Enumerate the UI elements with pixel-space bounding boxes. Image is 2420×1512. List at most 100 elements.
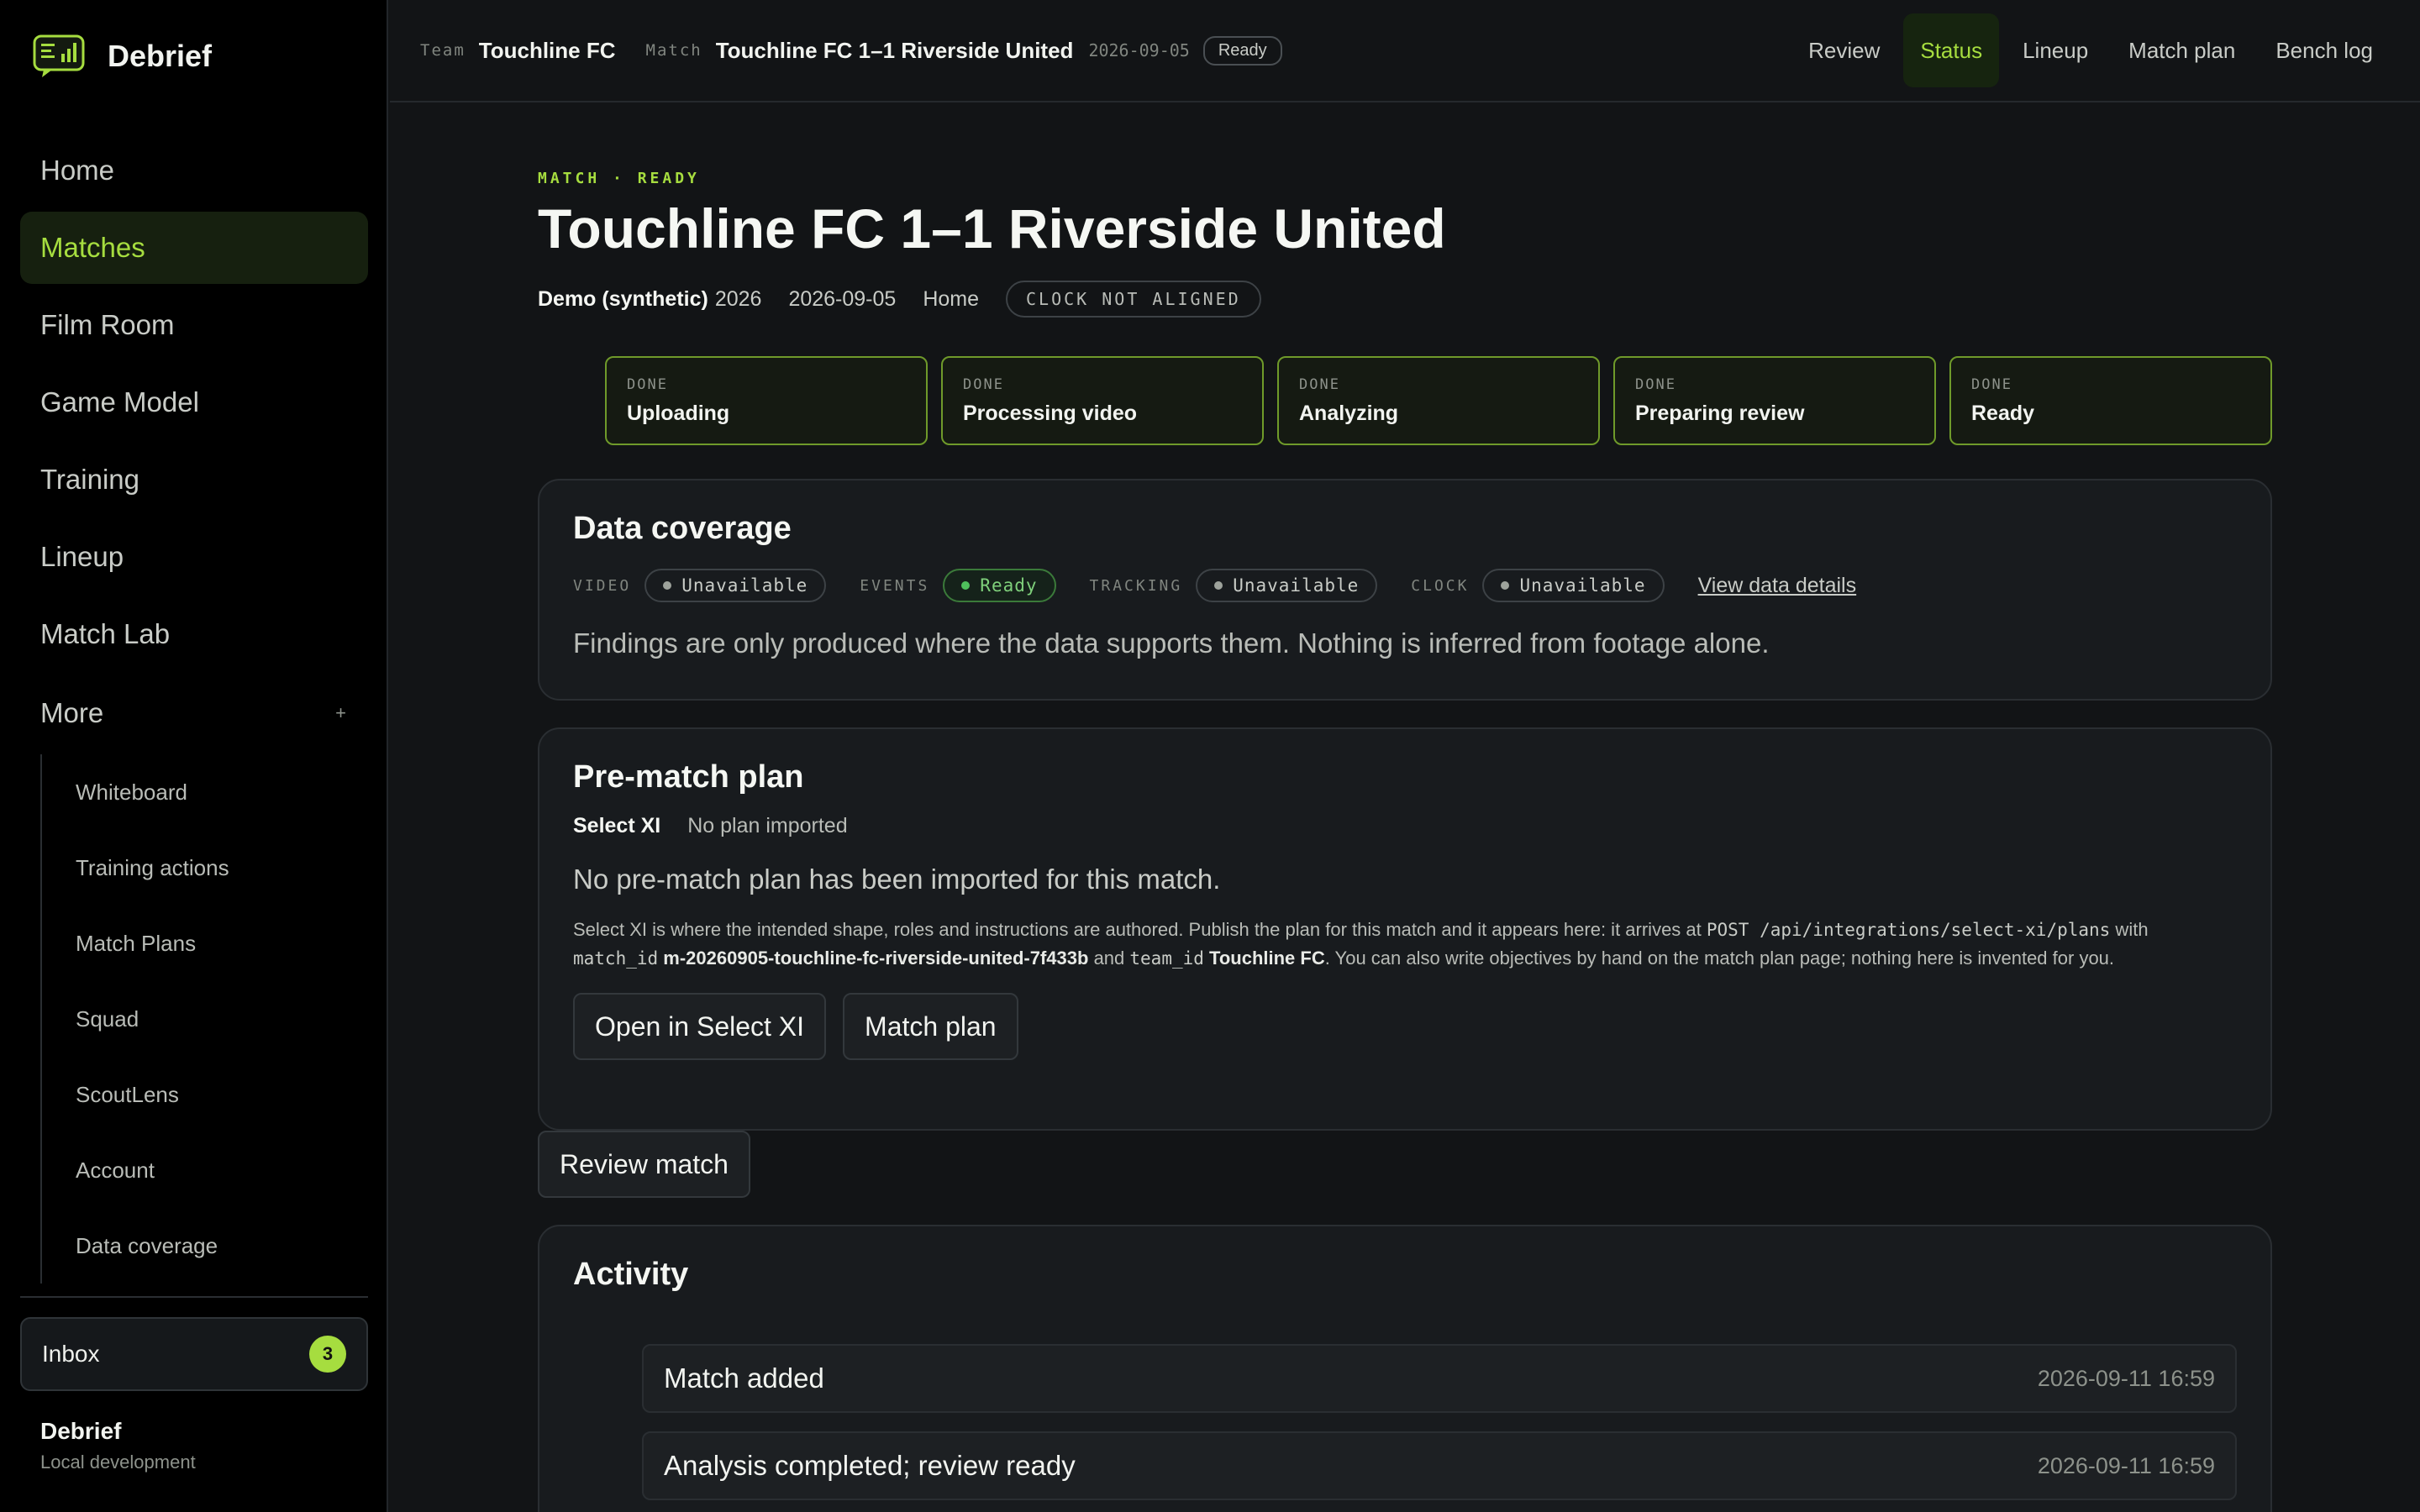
tab-lineup[interactable]: Lineup bbox=[2006, 13, 2105, 87]
sidebar-divider bbox=[20, 1296, 368, 1298]
step-uploading: DONE Uploading bbox=[605, 356, 928, 445]
pre-match-plan-title: Pre-match plan bbox=[573, 759, 804, 795]
sidebar-item-match-plans[interactable]: Match Plans bbox=[42, 906, 368, 981]
sidebar-item-label: Training actions bbox=[76, 854, 229, 880]
sidebar-more-toggle[interactable]: More + bbox=[20, 677, 368, 749]
review-match-button[interactable]: Review match bbox=[538, 1131, 750, 1198]
team-label: Team bbox=[420, 41, 466, 60]
team-id-value: Touchline FC bbox=[1209, 948, 1325, 969]
step-name: Ready bbox=[1971, 402, 2035, 425]
step-status: DONE bbox=[1635, 376, 1676, 393]
coverage-value: Ready bbox=[980, 575, 1038, 596]
sidebar-nav: Home Matches Film Room Game Model Traini… bbox=[20, 134, 368, 1284]
sidebar-item-game-model[interactable]: Game Model bbox=[20, 366, 368, 438]
team-id-key: team_id bbox=[1129, 948, 1204, 969]
activity-text: Analysis completed; review ready bbox=[664, 1450, 1076, 1481]
plan-source-row: Select XI No plan imported bbox=[573, 814, 2237, 838]
status-dot-icon bbox=[663, 581, 672, 590]
clock-status-badge: CLOCK NOT ALIGNED bbox=[1006, 281, 1261, 318]
coverage-label-clock: CLOCK bbox=[1411, 576, 1470, 595]
match-date: 2026-09-05 bbox=[788, 286, 897, 311]
step-status: DONE bbox=[1299, 376, 1340, 393]
page-title: Touchline FC 1–1 Riverside United bbox=[538, 197, 1446, 260]
sidebar-item-squad[interactable]: Squad bbox=[42, 981, 368, 1057]
sidebar-item-label: Matches bbox=[40, 232, 145, 263]
sidebar-item-label: Squad bbox=[76, 1005, 139, 1032]
step-ready: DONE Ready bbox=[1949, 356, 2272, 445]
step-status: DONE bbox=[963, 376, 1004, 393]
season-name: Demo (synthetic) bbox=[538, 286, 708, 311]
plan-actions: Open in Select XI Match plan bbox=[573, 993, 2237, 1060]
match-label: Match bbox=[645, 41, 702, 60]
step-preparing-review: DONE Preparing review bbox=[1613, 356, 1936, 445]
footer-title: Debrief bbox=[40, 1418, 122, 1444]
sidebar-item-label: Lineup bbox=[40, 541, 124, 572]
step-name: Analyzing bbox=[1299, 402, 1399, 425]
sidebar-item-matches[interactable]: Matches bbox=[20, 212, 368, 284]
status-dot-icon bbox=[961, 581, 971, 590]
match-value[interactable]: Touchline FC 1–1 Riverside United bbox=[716, 38, 1074, 64]
step-name: Preparing review bbox=[1635, 402, 1805, 425]
plan-endpoint: POST /api/integrations/select-xi/plans bbox=[1706, 920, 2111, 940]
coverage-value: Unavailable bbox=[681, 575, 808, 596]
step-name: Processing video bbox=[963, 402, 1138, 425]
coverage-label-events: EVENTS bbox=[860, 576, 930, 595]
sidebar-item-label: Account bbox=[76, 1157, 155, 1183]
tab-review[interactable]: Review bbox=[1791, 13, 1897, 87]
coverage-row: VIDEO Unavailable EVENTS Ready TRACKING … bbox=[573, 569, 2237, 602]
topbar: Team Touchline FC Match Touchline FC 1–1… bbox=[390, 0, 2420, 102]
plus-icon: + bbox=[335, 702, 346, 723]
tab-bench-log[interactable]: Bench log bbox=[2259, 13, 2390, 87]
coverage-status-tracking: Unavailable bbox=[1196, 569, 1378, 602]
data-coverage-card: Data coverage VIDEO Unavailable EVENTS R… bbox=[538, 479, 2272, 701]
sidebar-item-home[interactable]: Home bbox=[20, 134, 368, 207]
data-coverage-title: Data coverage bbox=[573, 511, 792, 546]
status-dot-icon bbox=[1501, 581, 1510, 590]
sidebar-item-training-actions[interactable]: Training actions bbox=[42, 830, 368, 906]
sidebar-item-lineup[interactable]: Lineup bbox=[20, 521, 368, 593]
activity-title: Activity bbox=[573, 1257, 689, 1292]
match-id-key: match_id bbox=[573, 948, 659, 969]
coverage-value: Unavailable bbox=[1519, 575, 1646, 596]
open-in-select-xi-button[interactable]: Open in Select XI bbox=[573, 993, 827, 1060]
team-value[interactable]: Touchline FC bbox=[479, 38, 616, 64]
sidebar-item-label: Whiteboard bbox=[76, 779, 187, 805]
plan-desc-text: Select XI is where the intended shape, r… bbox=[573, 919, 1707, 940]
step-name: Uploading bbox=[627, 402, 730, 425]
match-plan-button[interactable]: Match plan bbox=[843, 993, 1018, 1060]
sidebar-item-training[interactable]: Training bbox=[20, 444, 368, 516]
sidebar-item-match-lab[interactable]: Match Lab bbox=[20, 598, 368, 670]
activity-card: Activity Match added 2026-09-11 16:59 An… bbox=[538, 1225, 2272, 1512]
sidebar: Debrief Home Matches Film Room Game Mode… bbox=[0, 0, 388, 1512]
sidebar-item-label: Home bbox=[40, 155, 115, 186]
brand[interactable]: Debrief bbox=[32, 34, 212, 79]
pre-match-plan-card: Pre-match plan Select XI No plan importe… bbox=[538, 727, 2272, 1131]
plan-empty-message: No pre-match plan has been imported for … bbox=[573, 864, 1221, 895]
footer-subtitle: Local development bbox=[40, 1452, 196, 1473]
sidebar-item-scoutlens[interactable]: ScoutLens bbox=[42, 1057, 368, 1132]
sidebar-item-film-room[interactable]: Film Room bbox=[20, 289, 368, 361]
inbox-count-badge: 3 bbox=[309, 1336, 346, 1373]
activity-row: Match added 2026-09-11 16:59 bbox=[642, 1344, 2237, 1413]
sidebar-item-label: ScoutLens bbox=[76, 1081, 179, 1107]
sidebar-footer: Debrief Local development bbox=[40, 1418, 196, 1473]
tab-match-plan[interactable]: Match plan bbox=[2112, 13, 2252, 87]
sidebar-item-data-coverage[interactable]: Data coverage bbox=[42, 1208, 368, 1284]
sidebar-item-label: Match Lab bbox=[40, 618, 171, 649]
view-data-details-link[interactable]: View data details bbox=[1698, 574, 1857, 598]
plan-source-status: No plan imported bbox=[687, 814, 848, 837]
sidebar-more-label: More bbox=[40, 697, 104, 728]
inbox-button[interactable]: Inbox 3 bbox=[20, 1317, 368, 1391]
inbox-label: Inbox bbox=[42, 1341, 100, 1367]
sidebar-item-account[interactable]: Account bbox=[42, 1132, 368, 1208]
sidebar-item-whiteboard[interactable]: Whiteboard bbox=[42, 754, 368, 830]
coverage-value: Unavailable bbox=[1233, 575, 1360, 596]
brand-name: Debrief bbox=[108, 39, 213, 73]
coverage-status-events: Ready bbox=[943, 569, 1056, 602]
coverage-note: Findings are only produced where the dat… bbox=[573, 627, 1770, 659]
debrief-logo-icon bbox=[33, 34, 85, 77]
coverage-label-video: VIDEO bbox=[573, 576, 632, 595]
match-venue: Home bbox=[923, 286, 980, 311]
page-eyebrow: MATCH · READY bbox=[538, 170, 700, 187]
tab-status[interactable]: Status bbox=[1903, 13, 2000, 87]
